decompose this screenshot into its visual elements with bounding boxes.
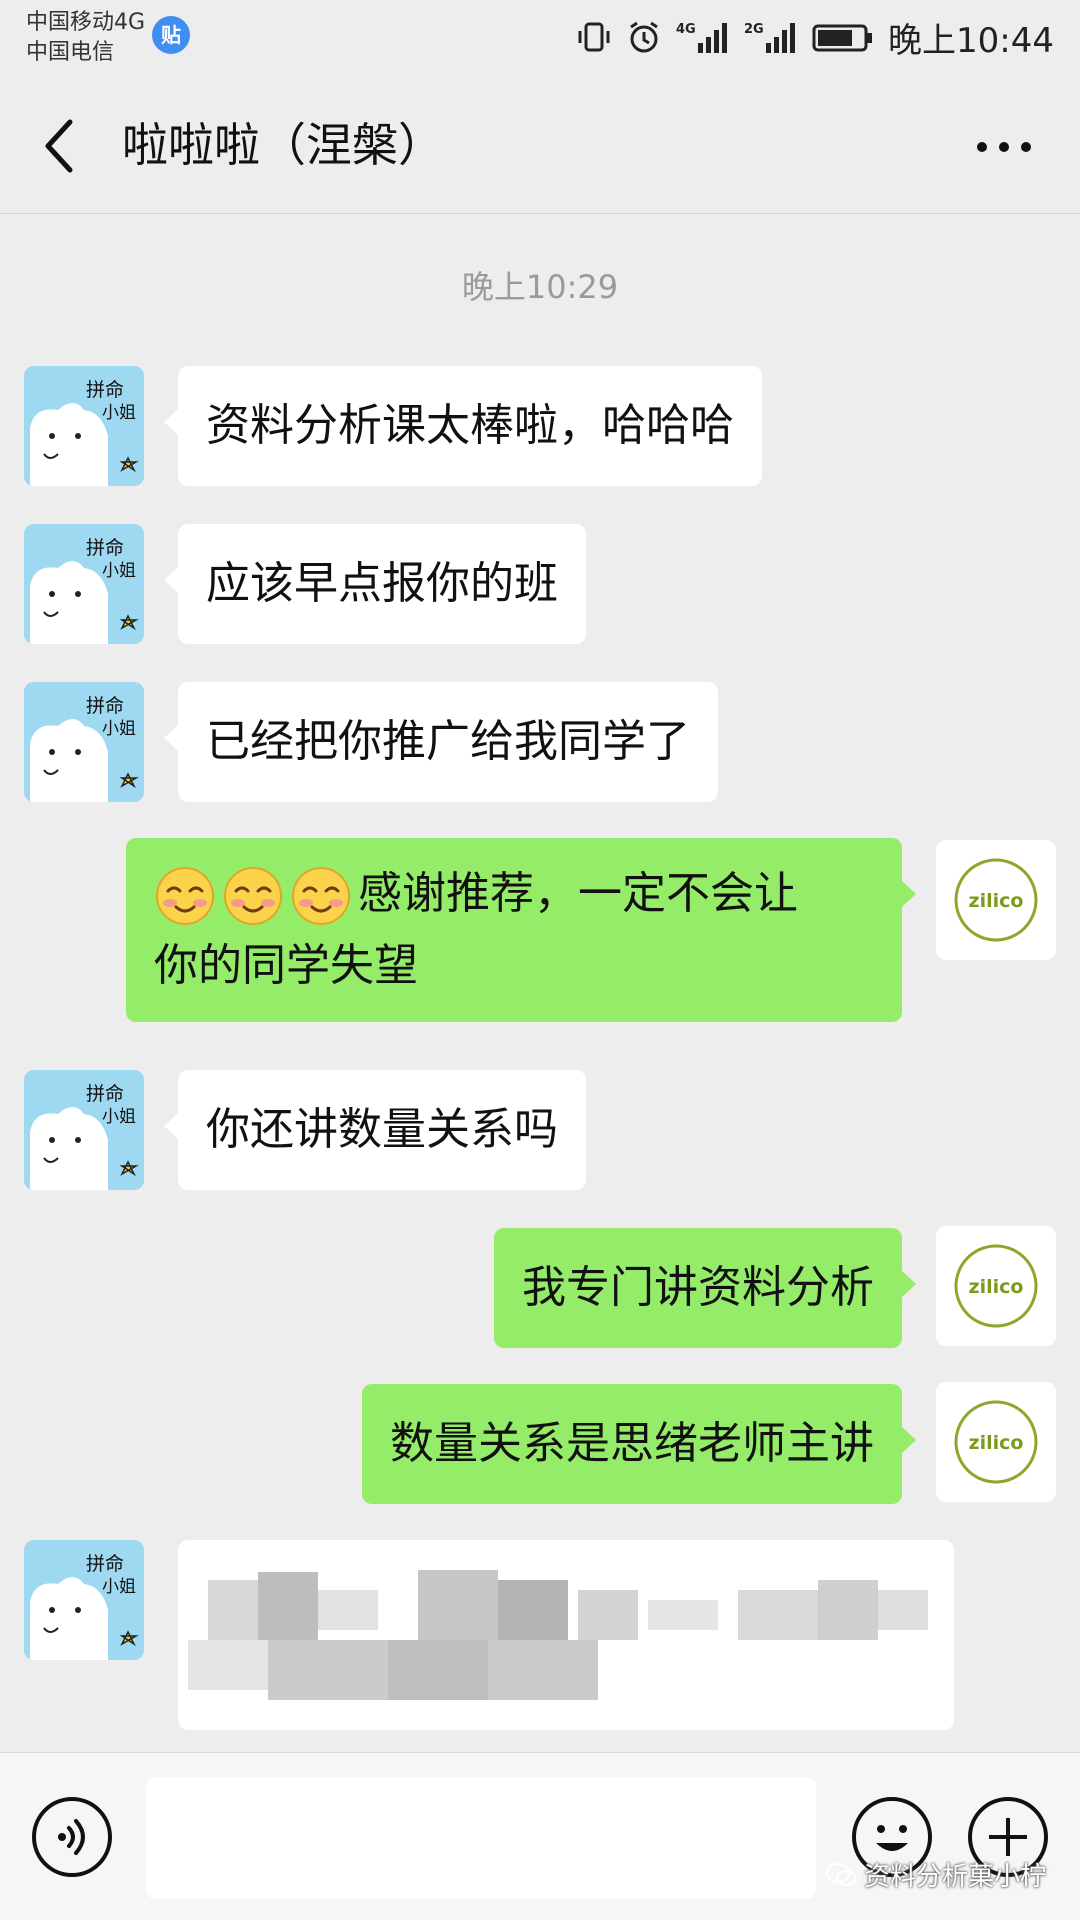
blur-block <box>738 1590 818 1640</box>
zilico-logo: zilico <box>936 840 1056 960</box>
signal-2g-icon: 2G <box>744 22 796 53</box>
avatar-logo-text: zilico <box>969 890 1024 912</box>
back-button[interactable] <box>30 116 90 176</box>
avatar-text-line2: 小姐 <box>102 719 136 739</box>
avatar-text-line2: 小姐 <box>102 403 136 423</box>
emoji-group <box>154 865 352 927</box>
avatar-text-line1: 拼命 <box>86 1553 124 1575</box>
message-bubble-incoming[interactable]: 应该早点报你的班 <box>164 524 586 644</box>
avatar-text-line2: 小姐 <box>102 561 136 581</box>
blur-block <box>498 1580 568 1640</box>
my-avatar[interactable]: zilico <box>936 1382 1056 1502</box>
message-bubble-incoming[interactable]: 你还讲数量关系吗 <box>164 1070 586 1190</box>
blur-block <box>488 1640 598 1700</box>
watermark-text: 资料分析菓小柠 <box>863 1862 1046 1892</box>
blur-block <box>648 1600 718 1630</box>
smile-emoji <box>292 867 350 925</box>
network-4g-label: 4G <box>676 22 696 37</box>
plus-icon <box>989 1818 1027 1856</box>
friend-avatar[interactable]: 拼命 小姐 <box>24 524 144 644</box>
chevron-left-icon <box>45 119 73 173</box>
message-bubble-blurred[interactable] <box>178 1540 954 1730</box>
zilico-logo: zilico <box>936 1226 1056 1346</box>
friend-avatar[interactable]: 拼命 小姐 <box>24 682 144 802</box>
blur-block <box>818 1580 878 1640</box>
blur-block <box>388 1640 488 1700</box>
message-text-line2: 你的同学失望 <box>154 940 418 991</box>
status-bar: 中国移动4G 中国电信 贴 4G 2G 晚上10:44 <box>0 0 1080 76</box>
voice-button[interactable] <box>32 1797 112 1877</box>
bunny-avatar-image: 拼命 小姐 <box>24 524 144 644</box>
avatar-logo-text: zilico <box>969 1276 1024 1298</box>
chat-timestamp: 晚上10:29 <box>461 268 619 306</box>
signal-4g-icon: 4G <box>676 22 728 53</box>
avatar-text-line1: 拼命 <box>86 537 124 559</box>
bunny-avatar-image: 拼命 小姐 <box>24 1070 144 1190</box>
message-bubble-outgoing[interactable]: 我专门讲资料分析 <box>494 1228 916 1348</box>
avatar-text-line1: 拼命 <box>86 1083 124 1105</box>
my-avatar[interactable]: zilico <box>936 840 1056 960</box>
more-dots-icon <box>977 142 1031 152</box>
chat-header: 啦啦啦（涅槃） <box>0 76 1080 214</box>
battery-icon <box>812 24 873 52</box>
network-2g-label: 2G <box>744 22 764 37</box>
more-button[interactable] <box>964 122 1044 172</box>
input-bar <box>0 1752 1080 1920</box>
blur-block <box>418 1570 498 1640</box>
status-time: 晚上10:44 <box>888 20 1054 61</box>
my-avatar[interactable]: zilico <box>936 1226 1056 1346</box>
vibrate-icon <box>578 22 610 52</box>
avatar-text-line2: 小姐 <box>102 1107 136 1127</box>
status-icons: 4G 2G 晚上10:44 <box>576 14 1054 61</box>
blur-block <box>188 1640 278 1690</box>
blur-block <box>578 1590 638 1640</box>
carrier-1: 中国移动4G <box>26 10 146 35</box>
avatar-text-line2: 小姐 <box>102 1577 136 1597</box>
bunny-avatar-image: 拼命 小姐 <box>24 366 144 486</box>
blur-block <box>878 1590 928 1630</box>
bunny-avatar-image: 拼命 小姐 <box>24 682 144 802</box>
message-bubble-incoming[interactable]: 已经把你推广给我同学了 <box>164 682 718 802</box>
tieba-icon: 贴 <box>152 16 190 54</box>
avatar-logo-text: zilico <box>969 1432 1024 1454</box>
friend-avatar[interactable]: 拼命 小姐 <box>24 1070 144 1190</box>
carrier-2: 中国电信 <box>26 40 115 65</box>
voice-icon <box>58 1819 85 1855</box>
wechat-icon <box>825 1862 856 1886</box>
watermark: 资料分析菓小柠 <box>825 1856 1046 1893</box>
blur-block <box>318 1590 378 1630</box>
message-text-line1: 感谢推荐，一定不会让 <box>358 868 798 919</box>
message-bubble-outgoing[interactable]: 数量关系是思绪老师主讲 <box>362 1384 916 1504</box>
blur-block <box>268 1640 388 1700</box>
smile-emoji <box>224 867 282 925</box>
message-bubble-outgoing[interactable]: 感谢推荐，一定不会让 你的同学失望 <box>126 838 916 1022</box>
smile-emoji <box>156 867 214 925</box>
friend-avatar[interactable]: 拼命 小姐 <box>24 1540 144 1660</box>
friend-avatar[interactable]: 拼命 小姐 <box>24 366 144 486</box>
chat-title: 啦啦啦（涅槃） <box>122 118 444 172</box>
message-input[interactable] <box>146 1777 816 1899</box>
alarm-icon <box>630 21 658 53</box>
carrier-info: 中国移动4G 中国电信 <box>26 8 145 68</box>
blur-block <box>258 1572 318 1642</box>
zilico-logo: zilico <box>936 1382 1056 1502</box>
avatar-text-line1: 拼命 <box>86 379 124 401</box>
avatar-text-line1: 拼命 <box>86 695 124 717</box>
message-bubble-incoming[interactable]: 资料分析课太棒啦，哈哈哈 <box>164 366 762 486</box>
bunny-avatar-image: 拼命 小姐 <box>24 1540 144 1660</box>
